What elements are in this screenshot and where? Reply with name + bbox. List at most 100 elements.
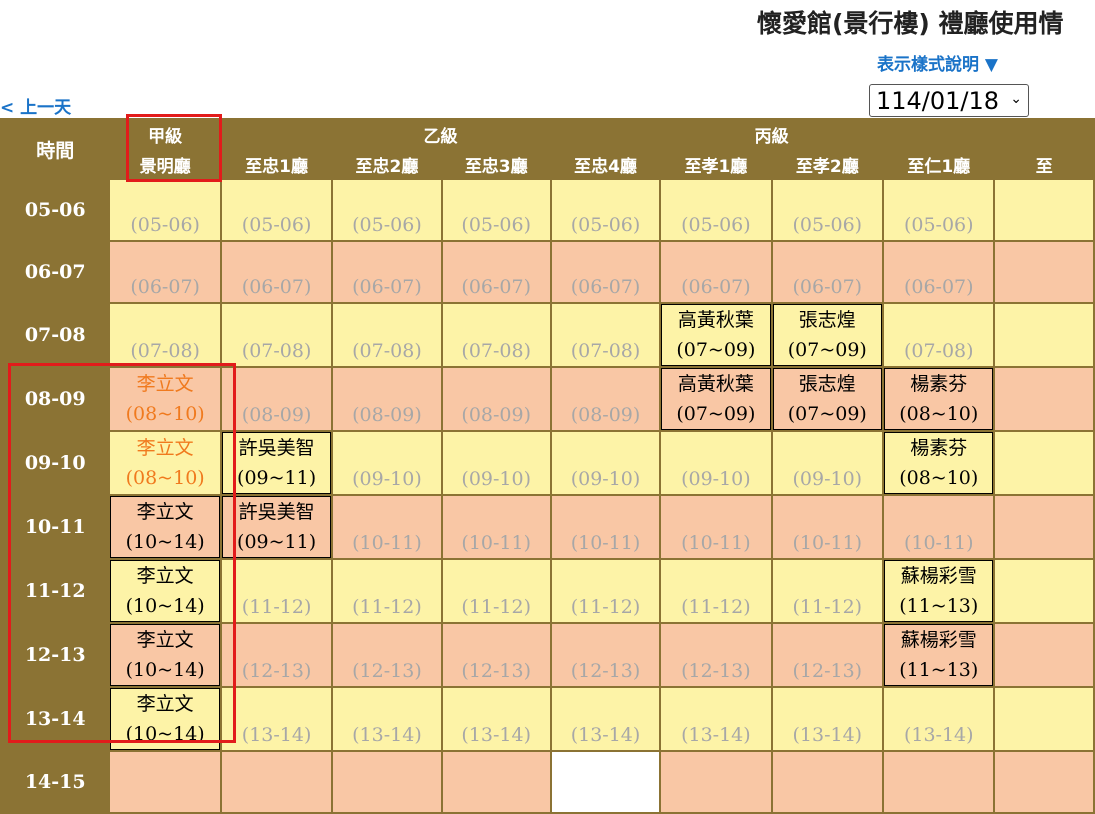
slot-time-label: (08-09) [352, 404, 422, 426]
booking-cell[interactable]: 張志煌 (07~09) [772, 368, 883, 430]
booking-name: 李立文 [136, 629, 194, 651]
available-slot-cell[interactable]: (09-10) [442, 432, 550, 494]
booking-cell[interactable]: 李立文 (10~14) [110, 496, 220, 558]
available-slot-cell[interactable]: (07-08) [551, 304, 660, 366]
available-slot-cell[interactable] [995, 496, 1093, 558]
available-slot-cell[interactable]: (09-10) [333, 432, 441, 494]
available-slot-cell[interactable]: (06-07) [661, 242, 771, 302]
available-slot-cell[interactable]: (05-06) [772, 180, 883, 240]
available-slot-cell[interactable]: (06-07) [442, 242, 550, 302]
available-slot-cell[interactable]: (13-14) [221, 688, 332, 750]
available-slot-cell[interactable]: (08-09) [442, 368, 550, 430]
available-slot-cell[interactable] [995, 432, 1093, 494]
slot-time-label [110, 808, 219, 812]
available-slot-cell[interactable] [995, 242, 1093, 302]
booking-cell[interactable]: 高黃秋葉 (07~09) [661, 304, 771, 366]
available-slot-cell[interactable]: (12-13) [551, 624, 660, 686]
available-slot-cell[interactable] [995, 752, 1093, 812]
slot-time-label: (08-09) [461, 404, 532, 426]
available-slot-cell[interactable]: (05-06) [333, 180, 441, 240]
available-slot-cell[interactable]: (10-11) [333, 496, 441, 558]
available-slot-cell[interactable]: (12-13) [221, 624, 332, 686]
available-slot-cell[interactable]: (05-06) [442, 180, 550, 240]
available-slot-cell[interactable] [221, 752, 332, 812]
available-slot-cell[interactable]: (09-10) [772, 432, 883, 494]
available-slot-cell[interactable]: (07-08) [221, 304, 332, 366]
available-slot-cell[interactable]: (06-07) [884, 242, 994, 302]
available-slot-cell[interactable]: (12-13) [442, 624, 550, 686]
available-slot-cell[interactable]: (11-12) [661, 560, 771, 622]
available-slot-cell[interactable]: (09-10) [551, 432, 660, 494]
available-slot-cell[interactable] [772, 752, 883, 812]
available-slot-cell[interactable]: (13-14) [661, 688, 771, 750]
available-slot-cell[interactable]: (10-11) [661, 496, 771, 558]
available-slot-cell[interactable]: (06-07) [333, 242, 441, 302]
available-slot-cell[interactable]: (10-11) [551, 496, 660, 558]
booking-cell[interactable]: 許吳美智 (09~11) [221, 496, 332, 558]
available-slot-cell[interactable]: (06-07) [110, 242, 220, 302]
booking-cell[interactable]: 李立文 (10~14) [110, 560, 220, 622]
booking-cell[interactable]: 楊素芬 (08~10) [884, 368, 994, 430]
available-slot-cell[interactable] [110, 752, 220, 812]
available-slot-cell[interactable]: (05-06) [551, 180, 660, 240]
booking-cell[interactable]: 許吳美智 (09~11) [221, 432, 332, 494]
legend-toggle-link[interactable]: 表示樣式說明 ▼ [877, 50, 998, 75]
booking-cell[interactable]: 蘇楊彩雪 (11~13) [884, 560, 994, 622]
available-slot-cell[interactable]: (12-13) [333, 624, 441, 686]
tentative-booking-cell[interactable]: 李立文 (08~10) [110, 368, 220, 430]
available-slot-cell[interactable]: (12-13) [772, 624, 883, 686]
slot-time-label: (13-14) [903, 724, 974, 746]
available-slot-cell[interactable]: (07-08) [884, 304, 994, 366]
available-slot-cell[interactable]: (13-14) [772, 688, 883, 750]
available-slot-cell[interactable] [551, 752, 660, 812]
available-slot-cell[interactable] [884, 752, 994, 812]
available-slot-cell[interactable]: (13-14) [442, 688, 550, 750]
previous-day-link[interactable]: < 上一天 [0, 93, 71, 118]
available-slot-cell[interactable]: (11-12) [442, 560, 550, 622]
available-slot-cell[interactable] [995, 688, 1093, 750]
available-slot-cell[interactable]: (11-12) [772, 560, 883, 622]
booking-cell[interactable]: 李立文 (10~14) [110, 688, 220, 750]
booking-cell[interactable]: 高黃秋葉 (07~09) [661, 368, 771, 430]
available-slot-cell[interactable] [995, 180, 1093, 240]
available-slot-cell[interactable]: (07-08) [442, 304, 550, 366]
available-slot-cell[interactable]: (13-14) [333, 688, 441, 750]
available-slot-cell[interactable] [995, 368, 1093, 430]
available-slot-cell[interactable] [995, 624, 1093, 686]
available-slot-cell[interactable]: (10-11) [884, 496, 994, 558]
booking-cell[interactable]: 張志煌 (07~09) [772, 304, 883, 366]
available-slot-cell[interactable] [333, 752, 441, 812]
available-slot-cell[interactable]: (13-14) [551, 688, 660, 750]
available-slot-cell[interactable]: (07-08) [110, 304, 220, 366]
available-slot-cell[interactable]: (09-10) [661, 432, 771, 494]
available-slot-cell[interactable]: (05-06) [110, 180, 220, 240]
available-slot-cell[interactable]: (11-12) [221, 560, 332, 622]
available-slot-cell[interactable]: (08-09) [551, 368, 660, 430]
available-slot-cell[interactable]: (11-12) [333, 560, 441, 622]
available-slot-cell[interactable]: (07-08) [333, 304, 441, 366]
available-slot-cell[interactable]: (10-11) [442, 496, 550, 558]
available-slot-cell[interactable]: (05-06) [661, 180, 771, 240]
available-slot-cell[interactable] [442, 752, 550, 812]
booking-cell[interactable]: 蘇楊彩雪 (11~13) [884, 624, 994, 686]
available-slot-cell[interactable]: (13-14) [884, 688, 994, 750]
available-slot-cell[interactable]: (10-11) [772, 496, 883, 558]
booking-cell[interactable]: 李立文 (10~14) [110, 624, 220, 686]
available-slot-cell[interactable]: (05-06) [221, 180, 332, 240]
available-slot-cell[interactable] [661, 752, 771, 812]
available-slot-cell[interactable]: (12-13) [661, 624, 771, 686]
available-slot-cell[interactable]: (05-06) [884, 180, 994, 240]
slot-time-label: (13-14) [461, 724, 532, 746]
available-slot-cell[interactable]: (08-09) [333, 368, 441, 430]
schedule-row: 05-06 (05-06) (05-06) (05-06) (05-06) (05-06)… [2, 180, 1093, 240]
available-slot-cell[interactable] [995, 304, 1093, 366]
available-slot-cell[interactable] [995, 560, 1093, 622]
available-slot-cell[interactable]: (08-09) [221, 368, 332, 430]
booking-cell[interactable]: 楊素芬 (08~10) [884, 432, 994, 494]
available-slot-cell[interactable]: (06-07) [772, 242, 883, 302]
tentative-booking-cell[interactable]: 李立文 (08~10) [110, 432, 220, 494]
available-slot-cell[interactable]: (11-12) [551, 560, 660, 622]
available-slot-cell[interactable]: (06-07) [221, 242, 332, 302]
date-select[interactable]: 114/01/18 ⌄ [869, 84, 1029, 117]
available-slot-cell[interactable]: (06-07) [551, 242, 660, 302]
